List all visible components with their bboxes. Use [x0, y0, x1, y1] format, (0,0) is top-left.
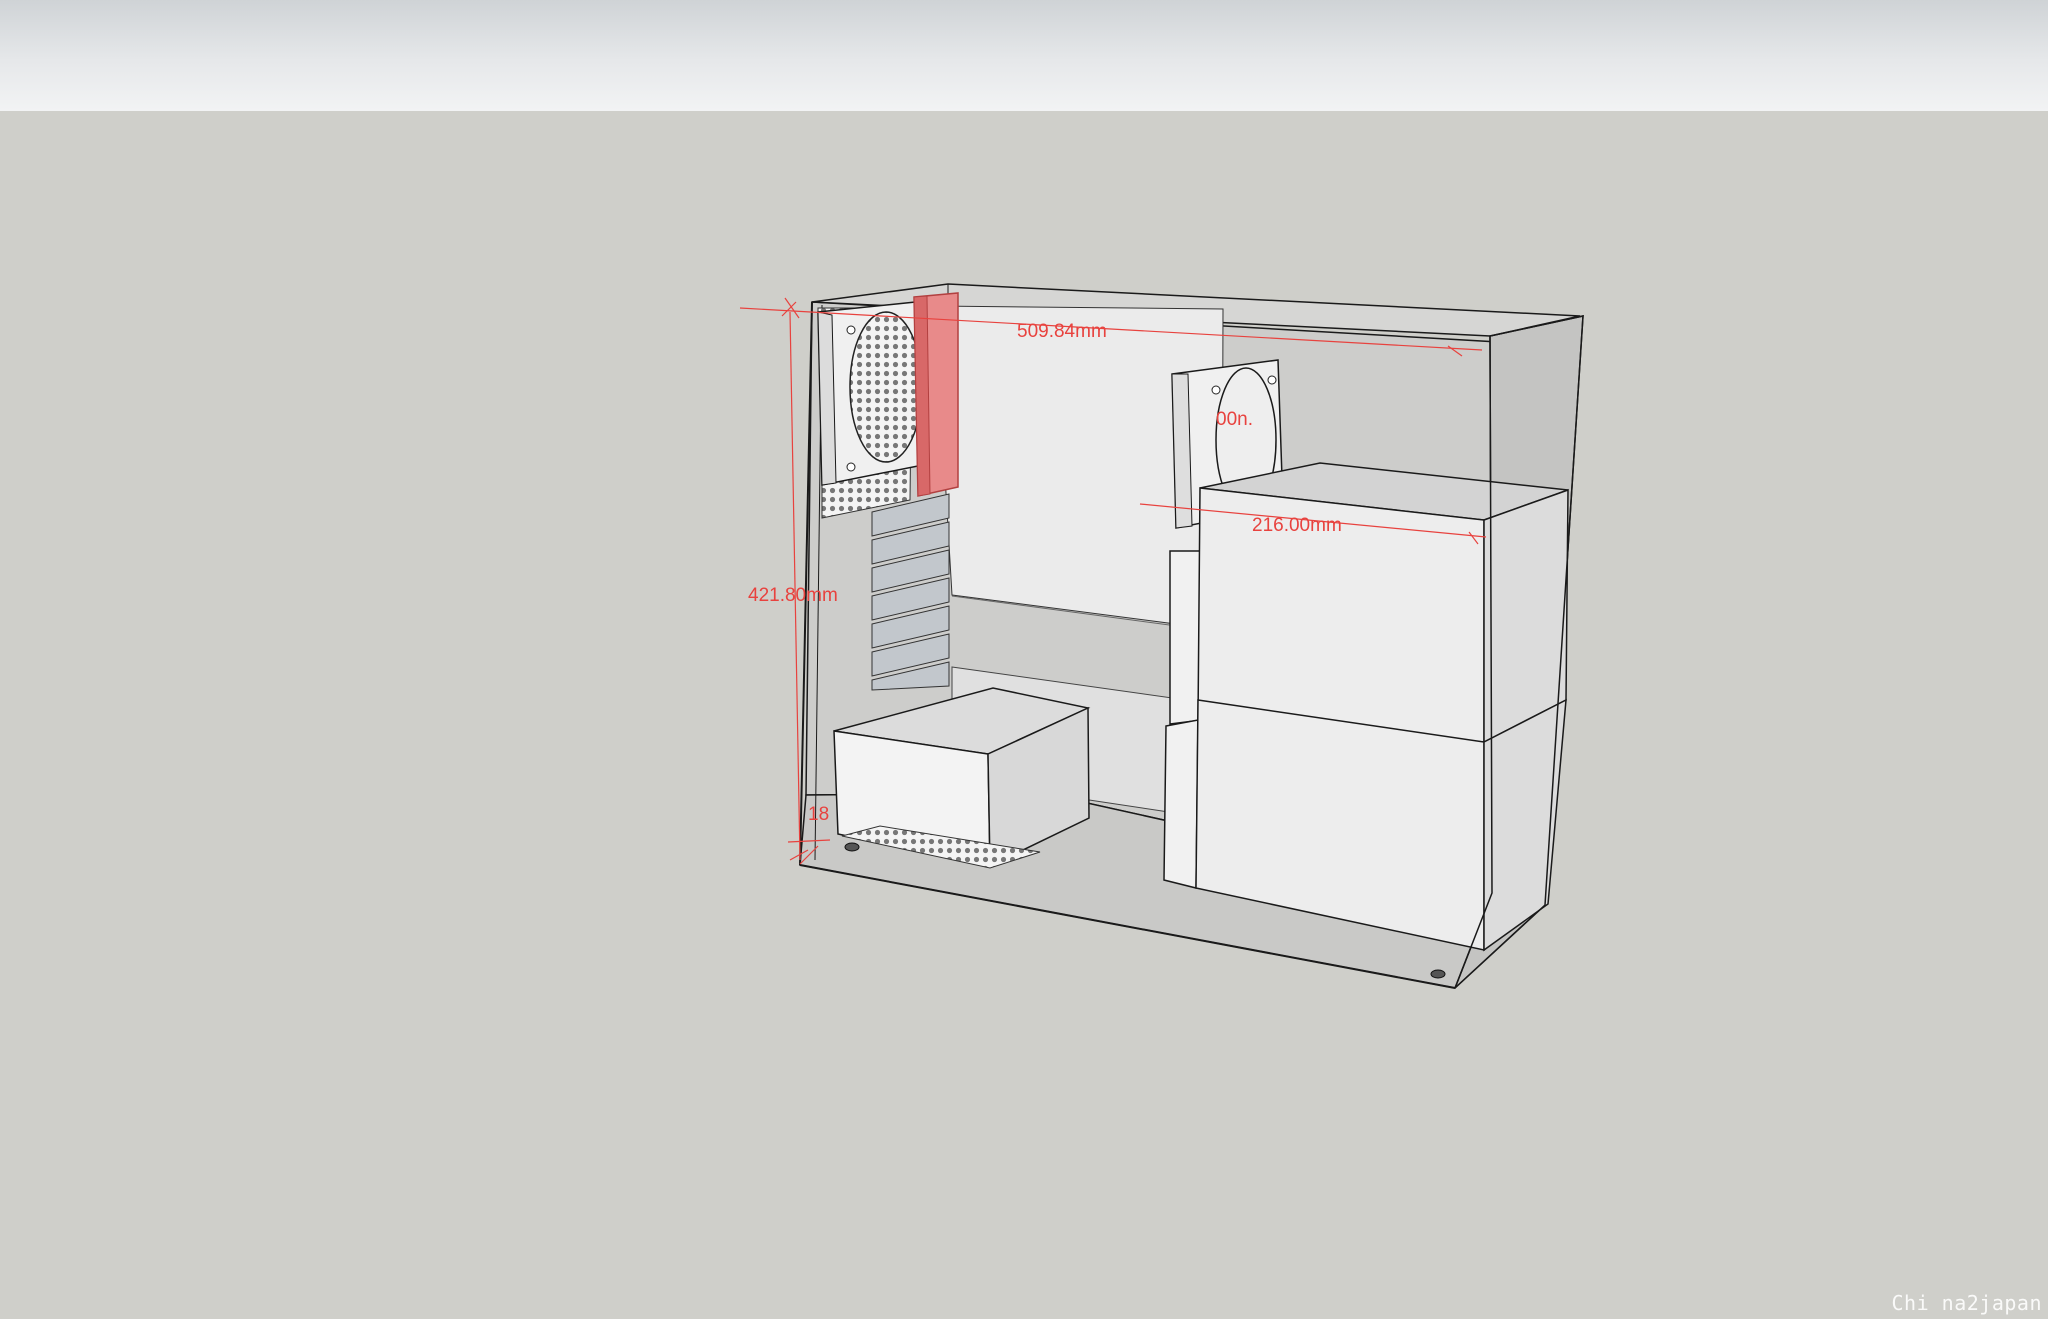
drive-bay-left-lower [1163, 719, 1199, 889]
front-fan-screw [1211, 385, 1221, 395]
case-foot [1430, 969, 1446, 979]
modeling-viewport[interactable]: 509.84mm 421.80mm 216.00mm 00n. 18 Chi n… [0, 0, 2048, 1319]
dimension-fan-label: 00n. [1216, 409, 1253, 430]
case-foot [844, 842, 860, 852]
rear-fan-screw [846, 325, 856, 335]
watermark-text: Chi na2japan [1891, 1291, 2042, 1315]
drive-bay-left-upper [1169, 550, 1203, 725]
dimension-length-label: 509.84mm [1017, 321, 1107, 342]
case-3d-model[interactable]: 509.84mm 421.80mm 216.00mm 00n. 18 [0, 0, 2048, 1319]
dimension-height-label: 421.80mm [748, 585, 838, 606]
front-fan-side [1171, 373, 1193, 529]
dimension-depth-label: 216.00mm [1252, 515, 1342, 536]
drive-lower-side [1483, 698, 1567, 952]
dimension-bottom-label: 18 [808, 804, 829, 825]
rear-fan-screw [846, 462, 856, 472]
front-fan-screw [1267, 375, 1277, 385]
rear-fan-grill [849, 311, 923, 463]
drive-upper-side [1483, 488, 1569, 744]
